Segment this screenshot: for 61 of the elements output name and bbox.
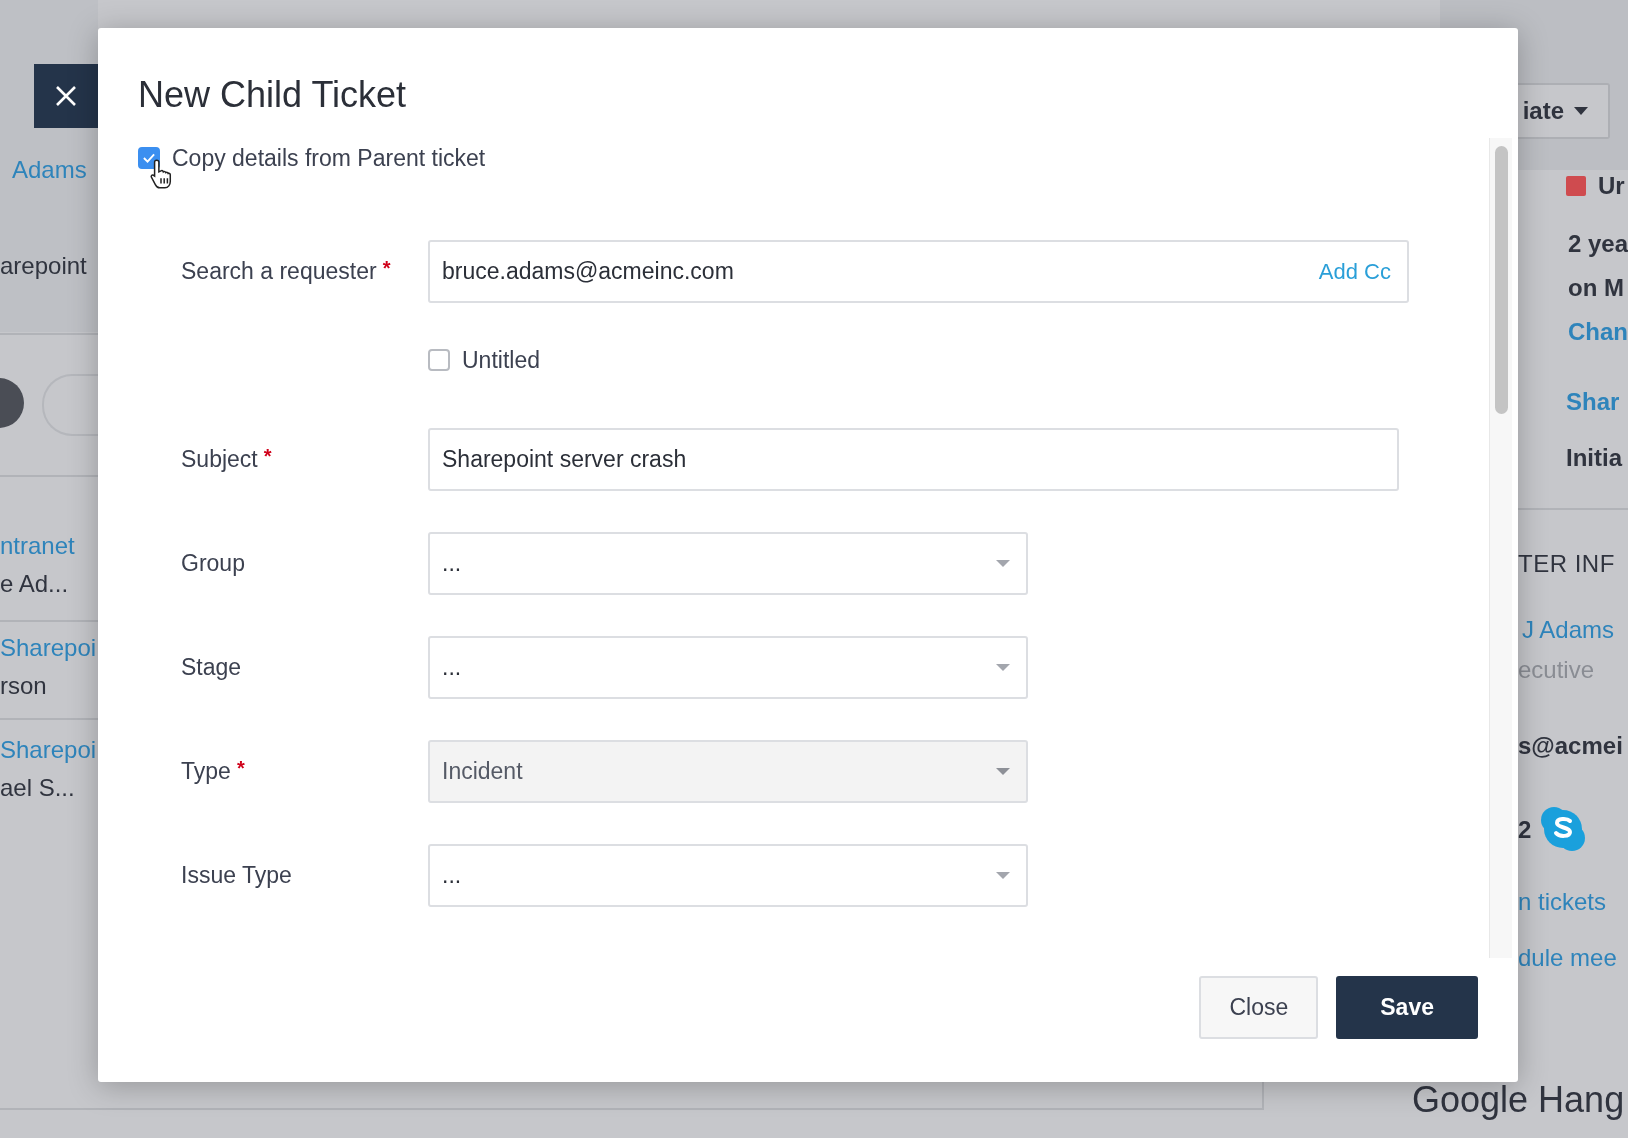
save-button[interactable]: Save xyxy=(1336,976,1478,1039)
hand-cursor-icon xyxy=(148,158,174,190)
text-fragment: s@acmei xyxy=(1518,731,1623,761)
text-fragment: e Ad... xyxy=(0,569,69,599)
scrollbar-thumb[interactable] xyxy=(1495,146,1508,414)
field-value: ... xyxy=(442,550,463,577)
close-button[interactable] xyxy=(34,64,98,128)
text-fragment: on M xyxy=(1568,273,1624,303)
field-label: Group xyxy=(181,550,245,577)
field-value: ... xyxy=(442,862,463,889)
select-field[interactable]: ... xyxy=(428,636,1028,699)
link[interactable]: Shar xyxy=(1566,387,1620,417)
link[interactable]: J Adams xyxy=(1522,615,1615,645)
field-value: ... xyxy=(442,654,463,681)
skype-icon[interactable] xyxy=(1540,806,1586,852)
checkbox[interactable] xyxy=(428,349,450,371)
text-fragment: ecutive xyxy=(1518,655,1595,685)
checkbox-label: Copy details from Parent ticket xyxy=(172,144,486,172)
field-value: Sharepoint server crash xyxy=(442,446,688,473)
text-fragment: ael S... xyxy=(0,773,75,803)
initiate-button[interactable]: iate xyxy=(1518,83,1610,139)
select-field[interactable]: ... xyxy=(428,844,1028,907)
field-label: Type xyxy=(181,758,231,785)
caret-icon xyxy=(996,560,1010,567)
link[interactable]: n tickets xyxy=(1518,887,1607,917)
caret-icon xyxy=(996,664,1010,671)
text-fragment: rson xyxy=(0,671,47,701)
required-mark: * xyxy=(382,258,391,278)
field-value: bruce.adams@acmeinc.com xyxy=(442,258,735,285)
field-label: Subject xyxy=(181,446,258,473)
text-fragment: arepoint xyxy=(0,251,87,281)
close-button[interactable]: Close xyxy=(1199,976,1319,1039)
text-fragment: Initia xyxy=(1566,443,1622,473)
field-label: Search a requester xyxy=(181,258,377,285)
scrollbar[interactable] xyxy=(1489,138,1512,958)
link[interactable]: ntranet xyxy=(0,531,75,561)
caret-icon xyxy=(996,768,1010,775)
link[interactable]: Adams xyxy=(12,155,87,185)
link[interactable]: dule mee xyxy=(1518,943,1617,973)
modal-title: New Child Ticket xyxy=(137,73,408,116)
field-label: Issue Type xyxy=(181,862,292,889)
link[interactable]: Chan xyxy=(1568,317,1628,347)
caret-icon xyxy=(996,872,1010,879)
select-field[interactable]: ... xyxy=(428,532,1028,595)
caret-icon xyxy=(1574,107,1588,115)
heading: Google Hang xyxy=(1412,1080,1625,1120)
field-label: Stage xyxy=(181,654,242,681)
required-mark: * xyxy=(263,446,272,466)
input-field[interactable]: Sharepoint server crash xyxy=(428,428,1399,491)
input-field[interactable]: bruce.adams@acmeinc.com Add Cc xyxy=(428,240,1409,303)
section-heading: TER INF xyxy=(1518,549,1615,579)
required-mark: * xyxy=(236,758,245,778)
phone-text: 2 xyxy=(1518,815,1532,845)
checkbox-label: Untitled xyxy=(462,346,540,374)
add-cc-link[interactable]: Add Cc xyxy=(1318,258,1391,285)
field-value: Incident xyxy=(442,758,524,785)
link[interactable]: Sharepoi xyxy=(0,735,97,765)
close-icon xyxy=(55,85,77,107)
link[interactable]: Sharepoi xyxy=(0,633,97,663)
priority-label: Ur xyxy=(1598,171,1625,201)
text-fragment: 2 yea xyxy=(1568,229,1628,259)
